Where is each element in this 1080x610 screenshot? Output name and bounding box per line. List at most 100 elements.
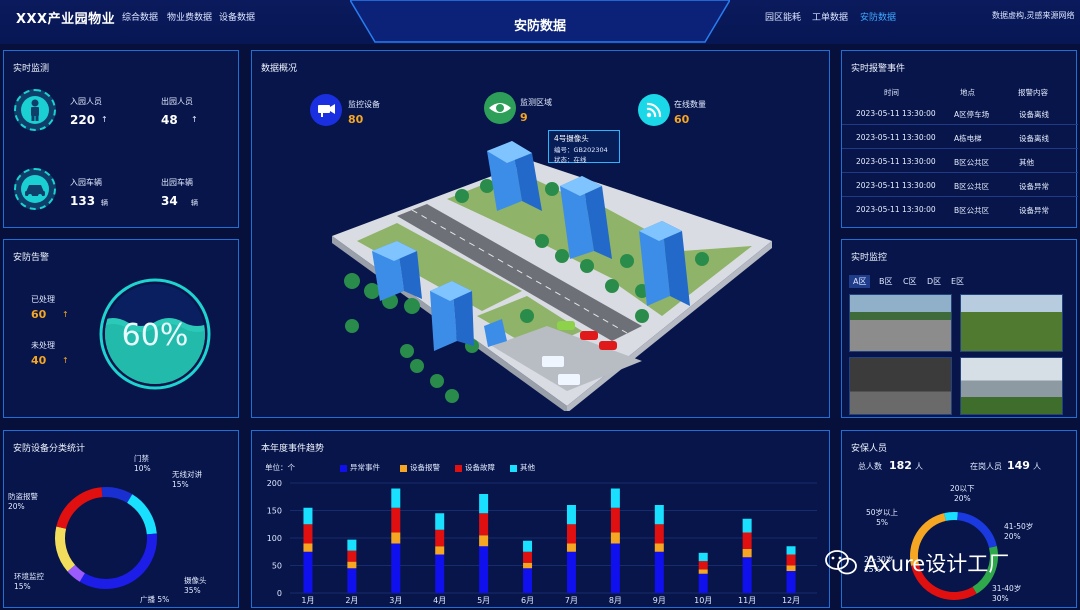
bar-segment [435,554,445,593]
table-row[interactable]: 2023-05-11 13:30:00 B区公共区 设备异常 [842,197,1078,221]
x-tick-label: 7月 [565,596,578,605]
tab-zone-d[interactable]: D区 [923,275,945,288]
bar-segment [303,524,313,544]
bar-segment [391,543,401,593]
top-bar: XXX产业园物业 综合数据 物业费数据 设备数据 安防数据 园区能耗 工单数据 … [0,0,1080,44]
col-content: 报警内容 [1018,88,1048,97]
bar-segment [391,507,401,533]
bar-segment [786,546,796,555]
bar-segment [347,568,357,593]
wechat-icon [825,550,857,575]
bar-segment [610,543,620,593]
tooltip-name: 4号摄像头 [554,134,589,143]
bar-segment [303,543,313,552]
camera-feed-1[interactable] [849,294,952,352]
tab-zone-e[interactable]: E区 [947,275,968,288]
x-tick-label: 9月 [653,596,666,605]
bar-segment [742,549,752,558]
x-tick-label: 4月 [433,596,446,605]
bar-segment [347,561,357,569]
x-tick-label: 8月 [609,596,622,605]
stat-value: 9 [520,111,528,124]
table-row[interactable]: 2023-05-11 13:30:00 B区公共区 其他 [842,149,1078,173]
bar-segment [523,568,533,593]
out-people-value: 48 [161,113,178,127]
slice-label-over50: 50岁以上 5% [866,508,899,527]
stat-label: 监控设备 [348,100,380,109]
bar-segment [347,550,357,562]
table-row[interactable]: 2023-05-11 13:30:00 B区公共区 设备异常 [842,173,1078,197]
bar-segment [654,524,664,544]
bar-segment [479,513,489,536]
slice-label-41-50: 41-50岁 20% [1004,522,1034,541]
events-panel: 实时报警事件 时间 地点 报警内容 2023-05-11 13:30:00 A区停… [841,50,1078,228]
bar-segment [698,561,708,570]
processed-label: 已处理 [31,295,55,304]
bar-segment [698,573,708,593]
nav-security[interactable]: 安防数据 [860,10,896,23]
table-row[interactable]: 2023-05-11 13:30:00 A区停车场 设备离线 [842,101,1078,125]
out-cars-label: 出园车辆 [161,178,193,187]
bar-segment [610,532,620,544]
nav-comprehensive[interactable]: 综合数据 [122,10,158,23]
donut-slice-0 [956,512,997,549]
monitor-panel: 实时监控 A区 B区 C区 D区 E区 [841,239,1077,418]
bar-segment [347,539,357,551]
up-arrow-icon: ↑ [62,310,69,319]
tooltip-id: 编号：GB202304 [554,146,608,154]
nav-energy[interactable]: 园区能耗 [765,10,801,23]
in-people-value: 220 [70,113,96,127]
donut-slice-3 [67,564,86,582]
table-row[interactable]: 2023-05-11 13:30:00 A栋电梯 设备离线 [842,125,1078,149]
x-tick-label: 11月 [738,596,756,605]
bar-segment [303,507,313,525]
unprocessed-value: 40 [31,354,47,367]
processed-value: 60 [31,308,47,321]
realtime-title: 实时监测 [13,64,50,74]
data-source-note: 数据虚构,灵感来源网络 [992,11,1075,20]
y-tick-label: 0 [277,589,282,598]
watermark: Axure设计工厂 [824,548,1009,578]
monitor-title: 实时监控 [851,253,888,263]
y-tick-label: 200 [267,479,282,488]
nav-device[interactable]: 设备数据 [219,10,255,23]
camera-feed-2[interactable] [960,294,1063,352]
car-icon [14,168,56,210]
camera-icon [310,94,342,126]
bar-segment [303,551,313,593]
camera-feed-4[interactable] [960,357,1063,415]
nav-work-order[interactable]: 工单数据 [812,10,848,23]
bar-segment [742,557,752,593]
bar-segment [786,554,796,566]
donut-slice-4 [55,526,76,572]
bar-segment [479,535,489,547]
x-tick-label: 3月 [389,596,402,605]
slice-label-theft: 防盗报警 20% [8,492,38,511]
camera-feed-3[interactable] [849,357,952,415]
up-arrow-icon: ↑ [101,115,108,124]
alarm-percent: 60% [122,318,189,353]
camera-tooltip: 4号摄像头 编号：GB202304 状态：在线 [548,130,620,164]
page-title-tab: 安防数据 [350,0,730,44]
tab-zone-c[interactable]: C区 [899,275,921,288]
x-tick-label: 10月 [694,596,712,605]
bar-segment [786,571,796,593]
col-location: 地点 [960,88,975,97]
y-tick-label: 150 [267,507,282,516]
y-tick-label: 100 [267,534,282,543]
stat-label: 监测区域 [520,98,552,107]
trend-panel: 本年度事件趋势 单位：个 异常事件 设备报警 设备故障 其他 0 50 100 150… [251,430,830,608]
slice-label-under20: 20以下 20% [950,484,975,503]
nav-property-fee[interactable]: 物业费数据 [167,10,212,23]
slice-label-access: 门禁 10% [134,454,151,473]
donut-slice-0 [101,487,133,503]
tab-zone-a[interactable]: A区 [849,275,871,288]
x-tick-label: 5月 [477,596,490,605]
bar-segment [435,513,445,530]
bar-segment [479,494,489,514]
tab-zone-b[interactable]: B区 [875,275,897,288]
y-tick-label: 50 [272,562,282,571]
bar-segment [742,532,752,549]
bar-segment [566,524,576,544]
donut-slice-1 [126,494,157,535]
